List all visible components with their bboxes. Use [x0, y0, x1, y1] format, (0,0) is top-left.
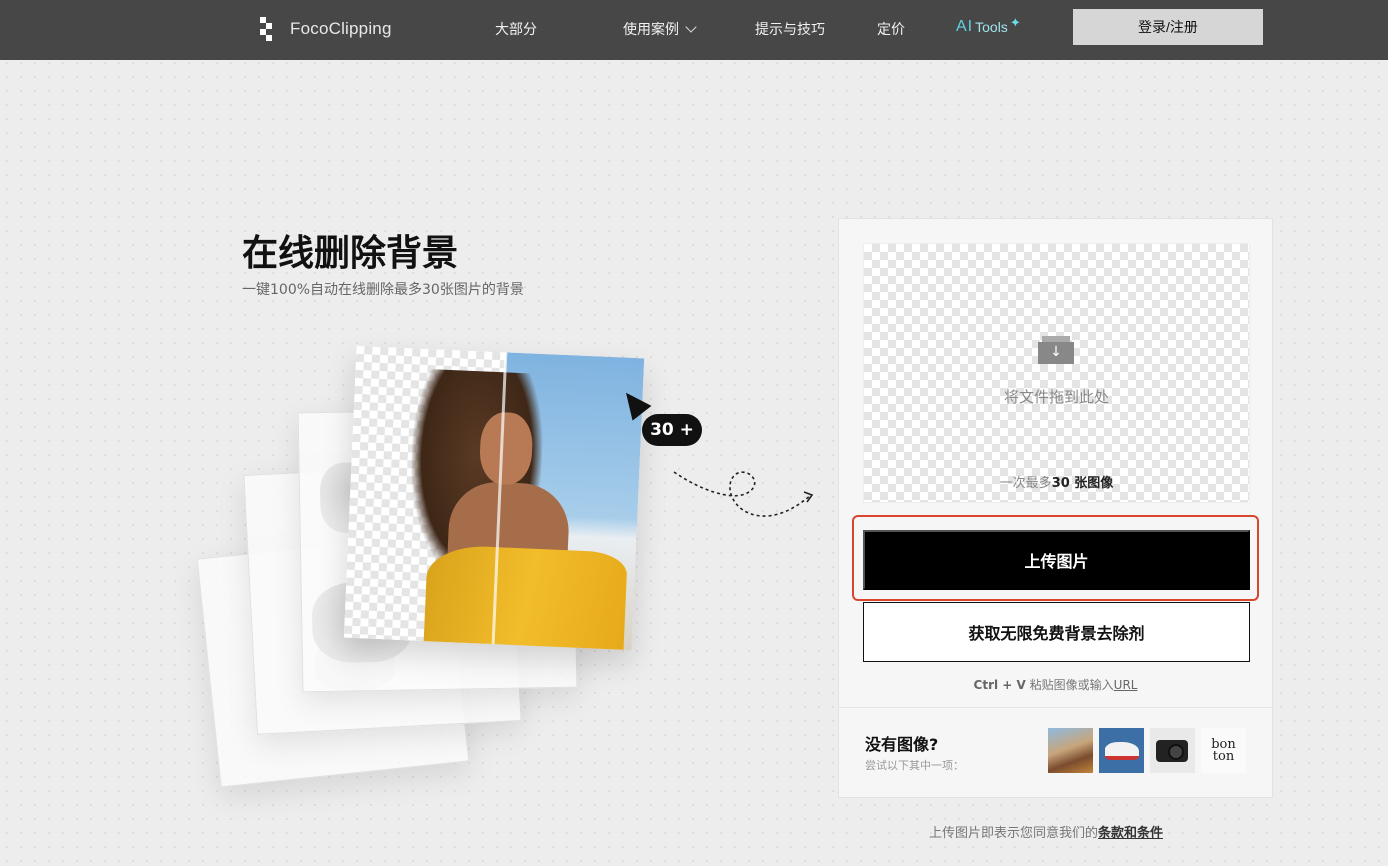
- subject-scarf: [423, 544, 628, 651]
- nav-item-use-cases-label: 使用案例: [623, 22, 679, 38]
- url-link[interactable]: URL: [1114, 678, 1138, 692]
- no-image-title: 没有图像?: [865, 735, 939, 754]
- nav-item-ai-tools[interactable]: AI Tools ✦: [956, 15, 1021, 36]
- paste-hint: Ctrl + V 粘贴图像或输入URL: [973, 678, 1138, 692]
- nav-item-most[interactable]: 大部分: [495, 19, 537, 39]
- ai-label: AI: [956, 18, 974, 35]
- nav-item-use-cases[interactable]: 使用案例: [623, 19, 697, 39]
- page-subtitle: 一键100%自动在线删除最多30张图片的背景: [242, 282, 524, 298]
- upload-image-button[interactable]: 上传图片: [863, 530, 1250, 590]
- logo-icon: [260, 17, 280, 41]
- nav-item-pricing[interactable]: 定价: [877, 19, 905, 39]
- login-register-button[interactable]: 登录/注册: [1073, 9, 1263, 45]
- chevron-down-icon: [685, 20, 697, 33]
- get-unlimited-free-button[interactable]: 获取无限免费背景去除剂: [863, 602, 1250, 662]
- sparkle-icon: ✦: [1009, 15, 1021, 31]
- sample-image-woman[interactable]: [1048, 728, 1093, 773]
- terms-notice: 上传图片即表示您同意我们的条款和条件: [929, 826, 1164, 841]
- sample-image-bonton[interactable]: bon ton: [1201, 728, 1246, 773]
- nav-item-tips[interactable]: 提示与技巧: [755, 19, 825, 39]
- drop-instruction: 将文件拖到此处: [1003, 388, 1109, 406]
- terms-link[interactable]: 条款和条件: [1098, 826, 1163, 841]
- arrow-squiggle-icon: [673, 471, 814, 517]
- sample-image-camera[interactable]: [1150, 728, 1195, 773]
- count-badge: 30 +: [642, 414, 702, 446]
- top-navbar: FocoClipping 大部分 使用案例 提示与技巧 定价 AI Tools …: [0, 0, 1388, 60]
- brand-name: FocoClipping: [290, 19, 392, 38]
- tools-label: Tools: [975, 19, 1008, 35]
- sample-image-sneaker[interactable]: [1099, 728, 1144, 773]
- page-title: 在线删除背景: [242, 233, 459, 274]
- upload-limit: 一次最多30 张图像: [999, 476, 1114, 491]
- upload-panel: ↓ 将文件拖到此处 一次最多30 张图像 上传图片 获取无限免费背景去除剂 Ct…: [838, 218, 1273, 798]
- divider: [839, 707, 1272, 708]
- logo[interactable]: FocoClipping: [260, 16, 392, 42]
- download-tray-icon: ↓: [1038, 334, 1074, 364]
- drop-zone[interactable]: ↓ 将文件拖到此处 一次最多30 张图像: [863, 243, 1250, 503]
- hero-illustration: 30 +: [190, 340, 830, 800]
- no-image-subtitle: 尝试以下其中一项：: [865, 759, 964, 772]
- before-after-photo: [343, 345, 645, 651]
